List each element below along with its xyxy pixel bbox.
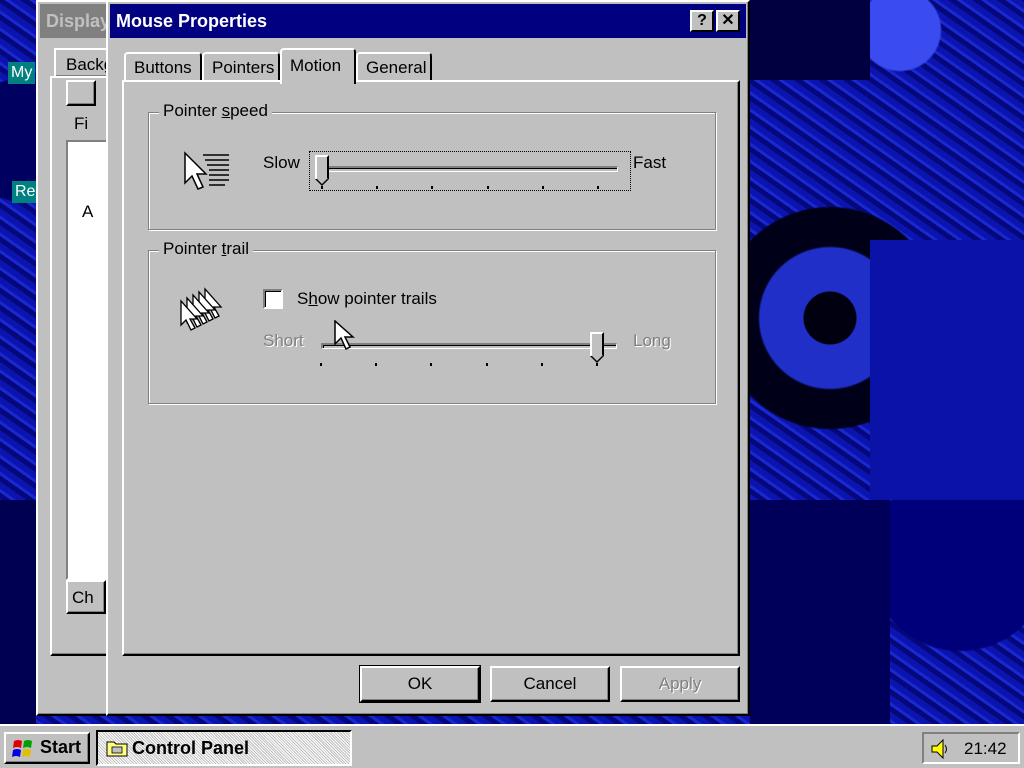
- slider-tick: [541, 186, 544, 189]
- slider-tick: [376, 186, 379, 189]
- speed-min-label: Slow: [263, 153, 300, 172]
- start-button[interactable]: Start: [4, 732, 90, 764]
- cancel-button[interactable]: Cancel: [490, 666, 610, 702]
- display-list-item[interactable]: A: [82, 202, 93, 222]
- display-change-button[interactable]: Ch: [66, 580, 106, 614]
- tab-motion[interactable]: Motion: [280, 48, 356, 84]
- pointer-speed-slider[interactable]: [309, 151, 631, 191]
- slider-tick: [486, 186, 489, 189]
- wallpaper-tile: [870, 240, 1024, 500]
- windows-logo-icon: [12, 740, 32, 757]
- wallpaper-tile: [750, 500, 890, 728]
- system-tray: 21:42: [922, 732, 1020, 764]
- ok-button[interactable]: OK: [359, 665, 481, 703]
- show-pointer-trails-label[interactable]: Show pointer trails: [297, 289, 437, 309]
- trail-min-label: Short: [263, 331, 304, 350]
- pointer-speed-group: Pointer speed Slow Fast: [148, 101, 716, 230]
- tab-general[interactable]: General: [356, 52, 432, 82]
- dialog-titlebar[interactable]: Mouse Properties ? ✕: [110, 4, 746, 38]
- desktop-icon-label-recycle-bin[interactable]: Re: [12, 181, 39, 203]
- mouse-cursor-icon: [334, 320, 355, 351]
- slider-tick: [597, 186, 599, 189]
- slider-tick: [540, 363, 543, 366]
- pointer-trail-legend: Pointer trail: [159, 239, 253, 259]
- desktop-icon-label-my-computer[interactable]: My: [8, 62, 36, 84]
- dialog-title: Mouse Properties: [116, 11, 268, 31]
- slider-tick: [375, 363, 378, 366]
- pointer-speed-legend: Pointer speed: [159, 101, 272, 121]
- pointer-trail-slider[interactable]: [309, 329, 631, 375]
- clock[interactable]: 21:42: [964, 739, 1007, 759]
- pointer-trail-group: Pointer trail Show pointer trails Short …: [148, 239, 716, 404]
- speaker-icon[interactable]: [930, 738, 950, 760]
- taskbar-button-control-panel[interactable]: Control Panel: [96, 730, 352, 766]
- slider-tick: [596, 363, 598, 366]
- tab-buttons[interactable]: Buttons: [124, 52, 202, 82]
- task-label: Control Panel: [132, 738, 250, 758]
- wallpaper-tile: [0, 500, 36, 728]
- slider-tick: [320, 363, 322, 366]
- trail-slider-track[interactable]: [321, 343, 617, 349]
- speed-slider-thumb[interactable]: [315, 155, 329, 186]
- tab-pointers[interactable]: Pointers: [202, 52, 280, 82]
- speed-slider-track[interactable]: [322, 166, 618, 172]
- motion-tab-panel: Pointer speed Slow Fast Pointer trail Sh…: [122, 80, 740, 656]
- slider-tick: [430, 363, 433, 366]
- trail-max-label: Long: [633, 331, 671, 350]
- wallpaper-tile: [750, 0, 870, 80]
- mouse-properties-dialog[interactable]: Mouse Properties ? ✕ Buttons Pointers Mo…: [106, 0, 750, 716]
- close-button[interactable]: ✕: [716, 10, 740, 32]
- start-label: Start: [40, 737, 82, 757]
- show-pointer-trails-checkbox[interactable]: [263, 289, 283, 309]
- slider-tick: [431, 186, 434, 189]
- display-menu-file[interactable]: Fi: [74, 114, 88, 134]
- trail-slider-thumb[interactable]: [590, 332, 604, 363]
- slider-tick: [485, 363, 488, 366]
- apply-button[interactable]: Apply: [620, 666, 740, 702]
- help-button[interactable]: ?: [690, 10, 714, 32]
- control-panel-icon: [106, 741, 128, 757]
- slider-tick: [321, 186, 323, 189]
- pointer-trail-icon: [180, 287, 223, 331]
- taskbar: Start Control Panel 21:42: [0, 724, 1024, 768]
- speed-max-label: Fast: [633, 153, 667, 172]
- pointer-speed-icon: [184, 151, 229, 190]
- folder-icon: [66, 80, 96, 106]
